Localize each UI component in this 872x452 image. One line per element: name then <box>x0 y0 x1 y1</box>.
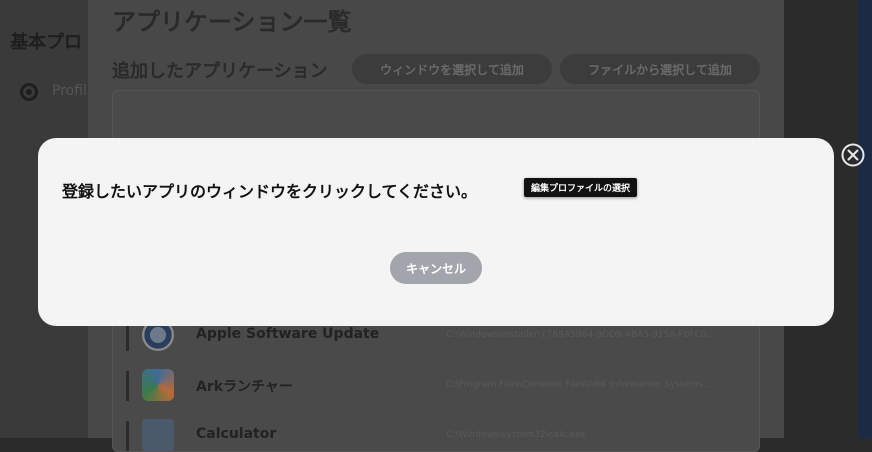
panel-title: アプリケーション一覧 <box>112 8 352 36</box>
app-path: C:\Windows\Installer\{789A5B64-9DD9-4BA5… <box>446 330 716 340</box>
app-path: C:\Program Files\Common Files\ARK Inform… <box>446 380 712 390</box>
app-name: Apple Software Update <box>196 326 380 342</box>
app-name: Calculator <box>196 426 277 442</box>
cancel-button[interactable]: キャンセル <box>390 252 482 284</box>
tooltip: 編集プロファイルの選択 <box>524 178 638 197</box>
list-item[interactable]: Arkランチャー C:\Program Files\Common Files\A… <box>126 368 746 402</box>
window-edge <box>858 0 872 438</box>
add-by-file-button[interactable]: ファイルから選択して追加 <box>560 54 760 84</box>
app-name: Arkランチャー <box>196 379 293 395</box>
add-by-window-button[interactable]: ウィンドウを選択して追加 <box>352 54 552 84</box>
dialog-message: 登録したいアプリのウィンドウをクリックしてください。 <box>62 182 478 201</box>
list-item[interactable]: Calculator C:\Windows\system32\calc.exe <box>126 418 746 452</box>
calculator-icon <box>142 419 174 451</box>
ark-launcher-icon <box>142 369 174 401</box>
row-accent-bar <box>126 421 129 451</box>
sidebar-item-profile[interactable]: Profil <box>52 83 87 99</box>
profile-radio[interactable] <box>20 83 38 101</box>
select-window-dialog: 登録したいアプリのウィンドウをクリックしてください。 編集プロファイルの選択 キ… <box>38 138 834 326</box>
sidebar-title: 基本プロ <box>10 32 82 53</box>
app-path: C:\Windows\system32\calc.exe <box>446 430 586 440</box>
section-title: 追加したアプリケーション <box>112 61 328 82</box>
row-accent-bar <box>126 371 129 401</box>
close-icon[interactable] <box>841 143 865 167</box>
